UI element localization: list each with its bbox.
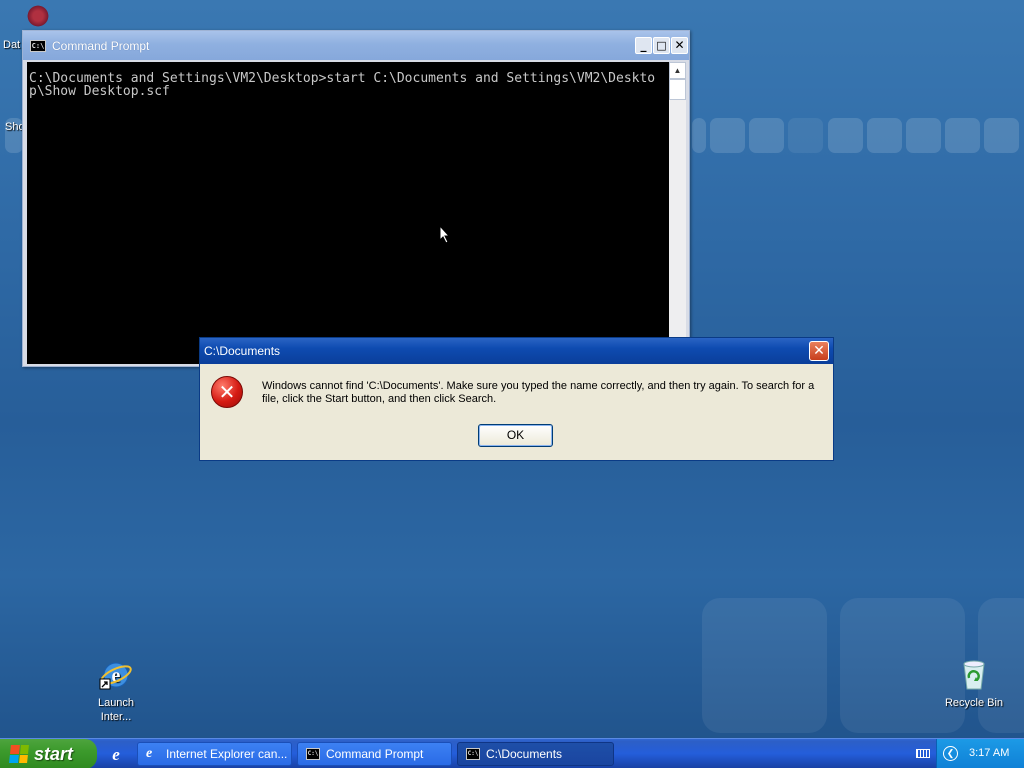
desktop-icon-partial-top[interactable] — [22, 2, 56, 30]
taskbar-button-internet-explorer[interactable]: e Internet Explorer can... — [137, 742, 292, 766]
desktop-icon-partial-label[interactable]: Dat — [3, 39, 20, 51]
scroll-thumb[interactable] — [669, 79, 686, 100]
virus-icon — [26, 4, 50, 28]
system-tray: ❮ 3:17 AM — [936, 739, 1024, 768]
dialog-close-button[interactable]: ✕ — [809, 341, 829, 361]
taskbar-button-label: Command Prompt — [326, 747, 424, 761]
clock[interactable]: 3:17 AM — [969, 747, 1009, 759]
error-icon: ✕ — [211, 376, 243, 408]
ok-button[interactable]: OK — [478, 424, 553, 447]
desktop-icon-label: Inter... — [100, 711, 132, 723]
desktop-icon-launch-internet-explorer[interactable]: e Launch Inter... — [76, 658, 156, 724]
desktop-icon-label: Launch — [97, 697, 135, 709]
command-prompt-window[interactable]: C:\ Command Prompt _ □ ✕ C:\Documents an… — [22, 30, 690, 367]
scroll-up-arrow-icon[interactable]: ▲ — [669, 62, 686, 79]
error-dialog[interactable]: C:\Documents ✕ ✕ Windows cannot find 'C:… — [199, 337, 834, 461]
taskbar-button-label: C:\Documents — [486, 747, 563, 761]
recycle-bin-icon — [957, 658, 991, 692]
console-line: p\Show Desktop.scf — [29, 84, 170, 99]
show-hidden-icons-chevron-icon[interactable]: ❮ — [943, 746, 958, 761]
close-button[interactable]: ✕ — [671, 37, 688, 54]
console-icon: C:\ — [306, 748, 320, 760]
console-output[interactable]: C:\Documents and Settings\VM2\Desktop>st… — [27, 62, 669, 364]
taskbar-button-command-prompt[interactable]: C:\ Command Prompt — [297, 742, 452, 766]
dialog-message: Windows cannot find 'C:\Documents'. Make… — [262, 380, 815, 405]
maximize-button[interactable]: □ — [653, 37, 670, 54]
desktop-icon-recycle-bin[interactable]: Recycle Bin — [934, 658, 1014, 710]
console-icon: C:\ — [466, 748, 480, 760]
console-icon: C:\ — [30, 39, 46, 52]
taskbar-button-c-documents[interactable]: C:\ C:\Documents — [457, 742, 614, 766]
desktop-icon-label: Recycle Bin — [944, 697, 1004, 709]
taskbar: start e e Internet Explorer can... C:\ C… — [0, 738, 1024, 768]
quick-launch-internet-explorer-icon[interactable]: e — [106, 745, 126, 765]
vertical-scrollbar[interactable]: ▲ — [669, 62, 686, 364]
window-title: Command Prompt — [52, 38, 150, 53]
start-label: start — [34, 743, 74, 764]
windows-logo-icon — [9, 745, 29, 763]
minimize-button[interactable]: _ — [635, 37, 652, 54]
mouse-pointer-icon — [439, 225, 451, 244]
internet-explorer-icon: e — [146, 746, 153, 761]
internet-explorer-icon: e — [99, 658, 133, 692]
start-button[interactable]: start — [0, 739, 97, 768]
keyboard-icon[interactable] — [916, 749, 930, 758]
cmd-titlebar[interactable]: C:\ Command Prompt — [23, 31, 689, 60]
taskbar-button-label: Internet Explorer can... — [166, 747, 288, 761]
dialog-titlebar[interactable]: C:\Documents — [200, 338, 833, 364]
dialog-title: C:\Documents — [204, 344, 281, 358]
